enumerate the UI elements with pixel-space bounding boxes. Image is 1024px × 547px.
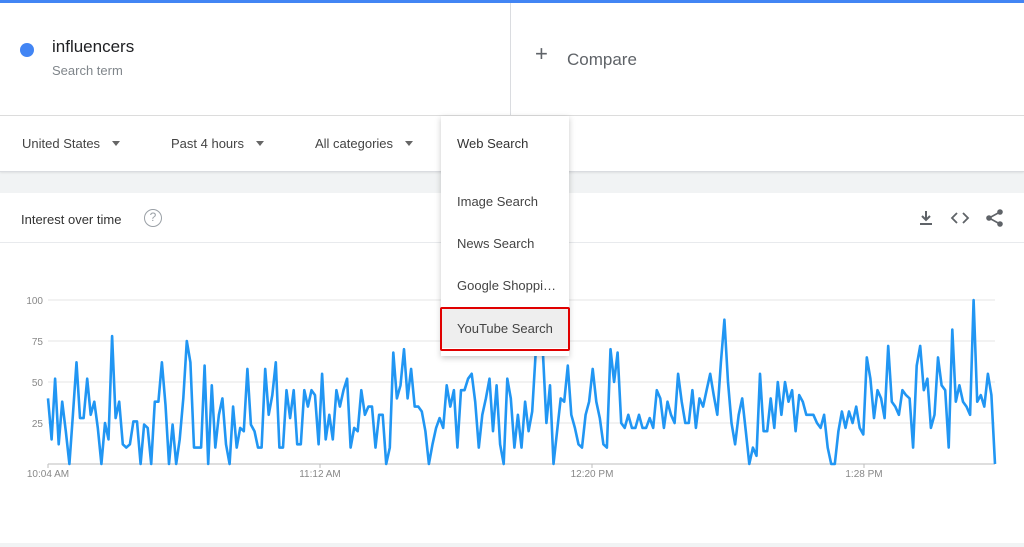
category-filter-label: All categories (315, 136, 394, 151)
time-filter-label: Past 4 hours (171, 136, 244, 151)
card-title: Interest over time (21, 212, 122, 227)
caret-down-icon (112, 141, 121, 146)
plus-icon: + (535, 41, 548, 66)
term-name[interactable]: influencers (52, 37, 134, 57)
x-tick-label: 12:20 PM (571, 469, 614, 480)
share-icon[interactable] (984, 207, 1006, 229)
x-tick-label: 1:28 PM (845, 469, 882, 480)
caret-down-icon (256, 141, 264, 146)
search-term-card[interactable]: influencers Search term (0, 3, 511, 115)
term-color-dot (20, 43, 34, 57)
region-filter[interactable]: United States (22, 136, 121, 151)
term-subtitle: Search term (52, 63, 123, 78)
embed-code-icon[interactable] (949, 207, 971, 229)
y-tick-label: 75 (32, 337, 44, 348)
dropdown-selected-web-search[interactable]: Web Search (441, 116, 569, 172)
x-tick-label: 11:12 AM (299, 469, 341, 480)
download-icon[interactable] (915, 207, 937, 229)
y-tick-label: 25 (32, 419, 44, 430)
category-filter[interactable]: All categories (315, 136, 414, 151)
y-tick-label: 50 (32, 378, 44, 389)
help-circle-icon[interactable]: ? (144, 209, 162, 227)
region-filter-label: United States (22, 136, 101, 151)
caret-down-icon (405, 141, 414, 146)
dropdown-item-news-search[interactable]: News Search (441, 223, 569, 263)
compare-label: Compare (567, 50, 637, 69)
search-property-dropdown: Web Search Image Search News Search Goog… (441, 116, 569, 356)
search-terms-row: influencers Search term + Compare (0, 3, 1024, 116)
time-filter[interactable]: Past 4 hours (171, 136, 264, 151)
compare-button[interactable]: + Compare (511, 3, 1024, 115)
x-tick-label: 10:04 AM (27, 469, 69, 480)
dropdown-item-youtube-search[interactable]: YouTube Search (441, 308, 569, 348)
dropdown-item-image-search[interactable]: Image Search (441, 181, 569, 221)
dropdown-item-google-shopping[interactable]: Google Shoppi… (441, 265, 569, 305)
y-tick-label: 100 (26, 296, 43, 307)
